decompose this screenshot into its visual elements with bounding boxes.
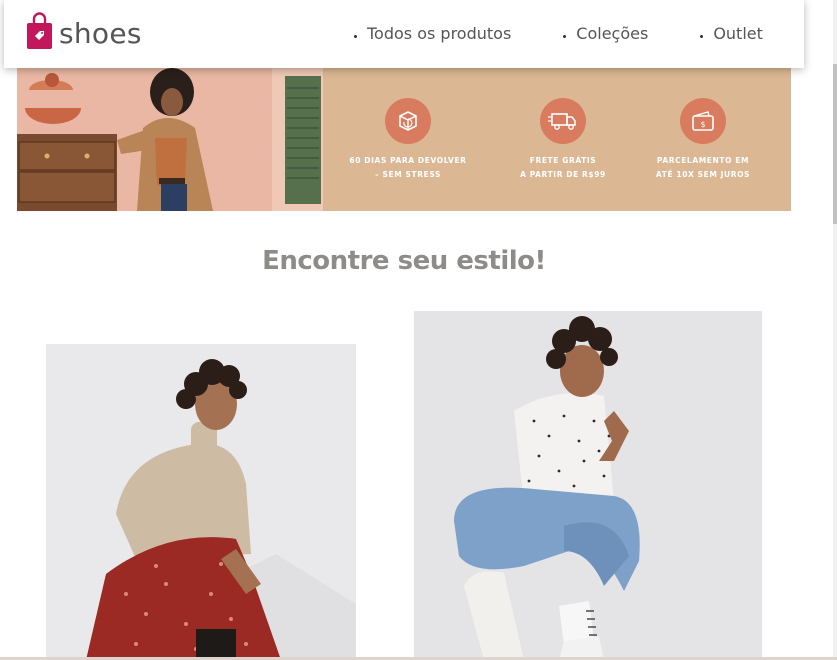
- perk-installments: $ PARCELAMENTO EM ATÉ 10X SEM JUROS: [633, 98, 773, 182]
- bullet-icon: [563, 35, 567, 38]
- perk-text: PARCELAMENTO EM ATÉ 10X SEM JUROS: [655, 156, 751, 179]
- scrollbar-thumb[interactable]: [833, 64, 837, 224]
- page-scrollbar[interactable]: [833, 0, 837, 660]
- brand-logo[interactable]: shoes: [26, 10, 142, 50]
- bullet-icon: [354, 35, 357, 38]
- nav-item-label: Coleções: [576, 24, 649, 43]
- site-header: shoes Todos os produtos Coleções Outlet: [4, 0, 804, 68]
- perk-text: 60 DIAS PARA DEVOLVER – SEM STRESS: [349, 156, 467, 179]
- perk-free-shipping: FRETE GRÁTIS A PARTIR DE R$99: [493, 98, 633, 182]
- nav-item-collections[interactable]: Coleções: [563, 24, 648, 43]
- promo-banner[interactable]: 60 DIAS PARA DEVOLVER – SEM STRESS FRETE…: [17, 68, 791, 211]
- nav-item-all-products[interactable]: Todos os produtos: [354, 24, 511, 43]
- nav-item-label: Todos os produtos: [367, 24, 512, 43]
- shopping-bag-icon: [26, 11, 53, 49]
- style-card-image[interactable]: [46, 344, 356, 660]
- delivery-truck-icon: [540, 98, 586, 144]
- svg-text:$: $: [700, 120, 705, 129]
- banner-model-photo: [17, 68, 323, 211]
- nav-item-outlet[interactable]: Outlet: [700, 24, 763, 43]
- style-card-image[interactable]: [414, 311, 762, 660]
- nav-item-label: Outlet: [713, 24, 763, 43]
- brand-name: shoes: [59, 16, 142, 50]
- main-nav: Todos os produtos Coleções Outlet: [354, 24, 763, 43]
- bullet-icon: [700, 35, 704, 38]
- section-title: Encontre seu estilo!: [262, 246, 546, 276]
- wallet-icon: $: [680, 98, 726, 144]
- perk-text: FRETE GRÁTIS A PARTIR DE R$99: [520, 156, 606, 179]
- perk-returns: 60 DIAS PARA DEVOLVER – SEM STRESS: [338, 98, 478, 182]
- box-return-icon: [385, 98, 431, 144]
